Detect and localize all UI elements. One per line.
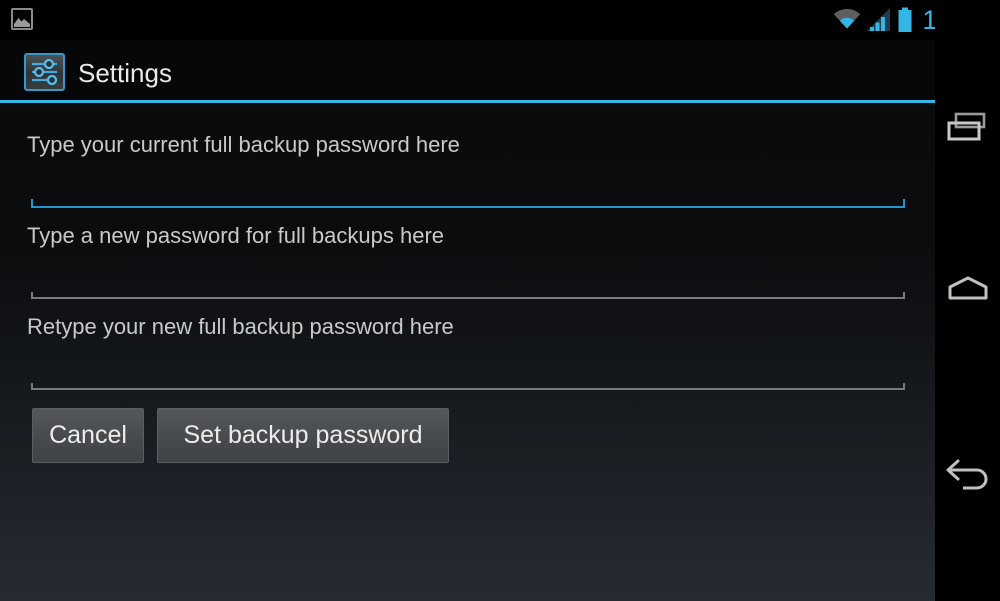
set-backup-password-button[interactable]: Set backup password [157,408,449,463]
underline-tick-right [903,292,905,299]
underline-tick-right [903,383,905,390]
underline-bar [31,388,905,390]
underline-bar [31,206,905,208]
status-bar: 12:49 [0,0,1000,40]
page-title: Settings [78,58,172,88]
photo-frame [11,8,33,30]
wifi-icon [833,7,861,33]
battery-full-icon [897,7,913,33]
back-key[interactable] [935,445,1000,511]
recents-key[interactable] [935,97,1000,163]
underline-bar [31,297,905,299]
retype-password-label: Retype your new full backup password her… [27,314,454,339]
new-password-input[interactable] [31,290,905,299]
new-password-label: Type a new password for full backups her… [27,223,445,248]
current-password-label: Type your current full backup password h… [27,132,460,157]
home-icon [945,270,991,315]
cellular-signal-icon [866,7,892,33]
screenshot-image-icon [8,5,38,35]
recents-icon [945,108,991,153]
back-arrow-icon [943,455,993,502]
settings-sliders-icon[interactable] [24,53,65,91]
navigation-bar [935,0,1000,601]
underline-tick-right [903,199,905,208]
current-password-input[interactable] [31,199,905,208]
home-key[interactable] [935,259,1000,325]
android-device-screen: 12:49 Settings Type your current full ba… [0,0,1000,601]
cancel-button[interactable]: Cancel [32,408,144,463]
backup-password-form: Type your current full backup password h… [0,103,935,601]
retype-password-input[interactable] [31,381,905,390]
action-bar-divider [0,100,935,103]
